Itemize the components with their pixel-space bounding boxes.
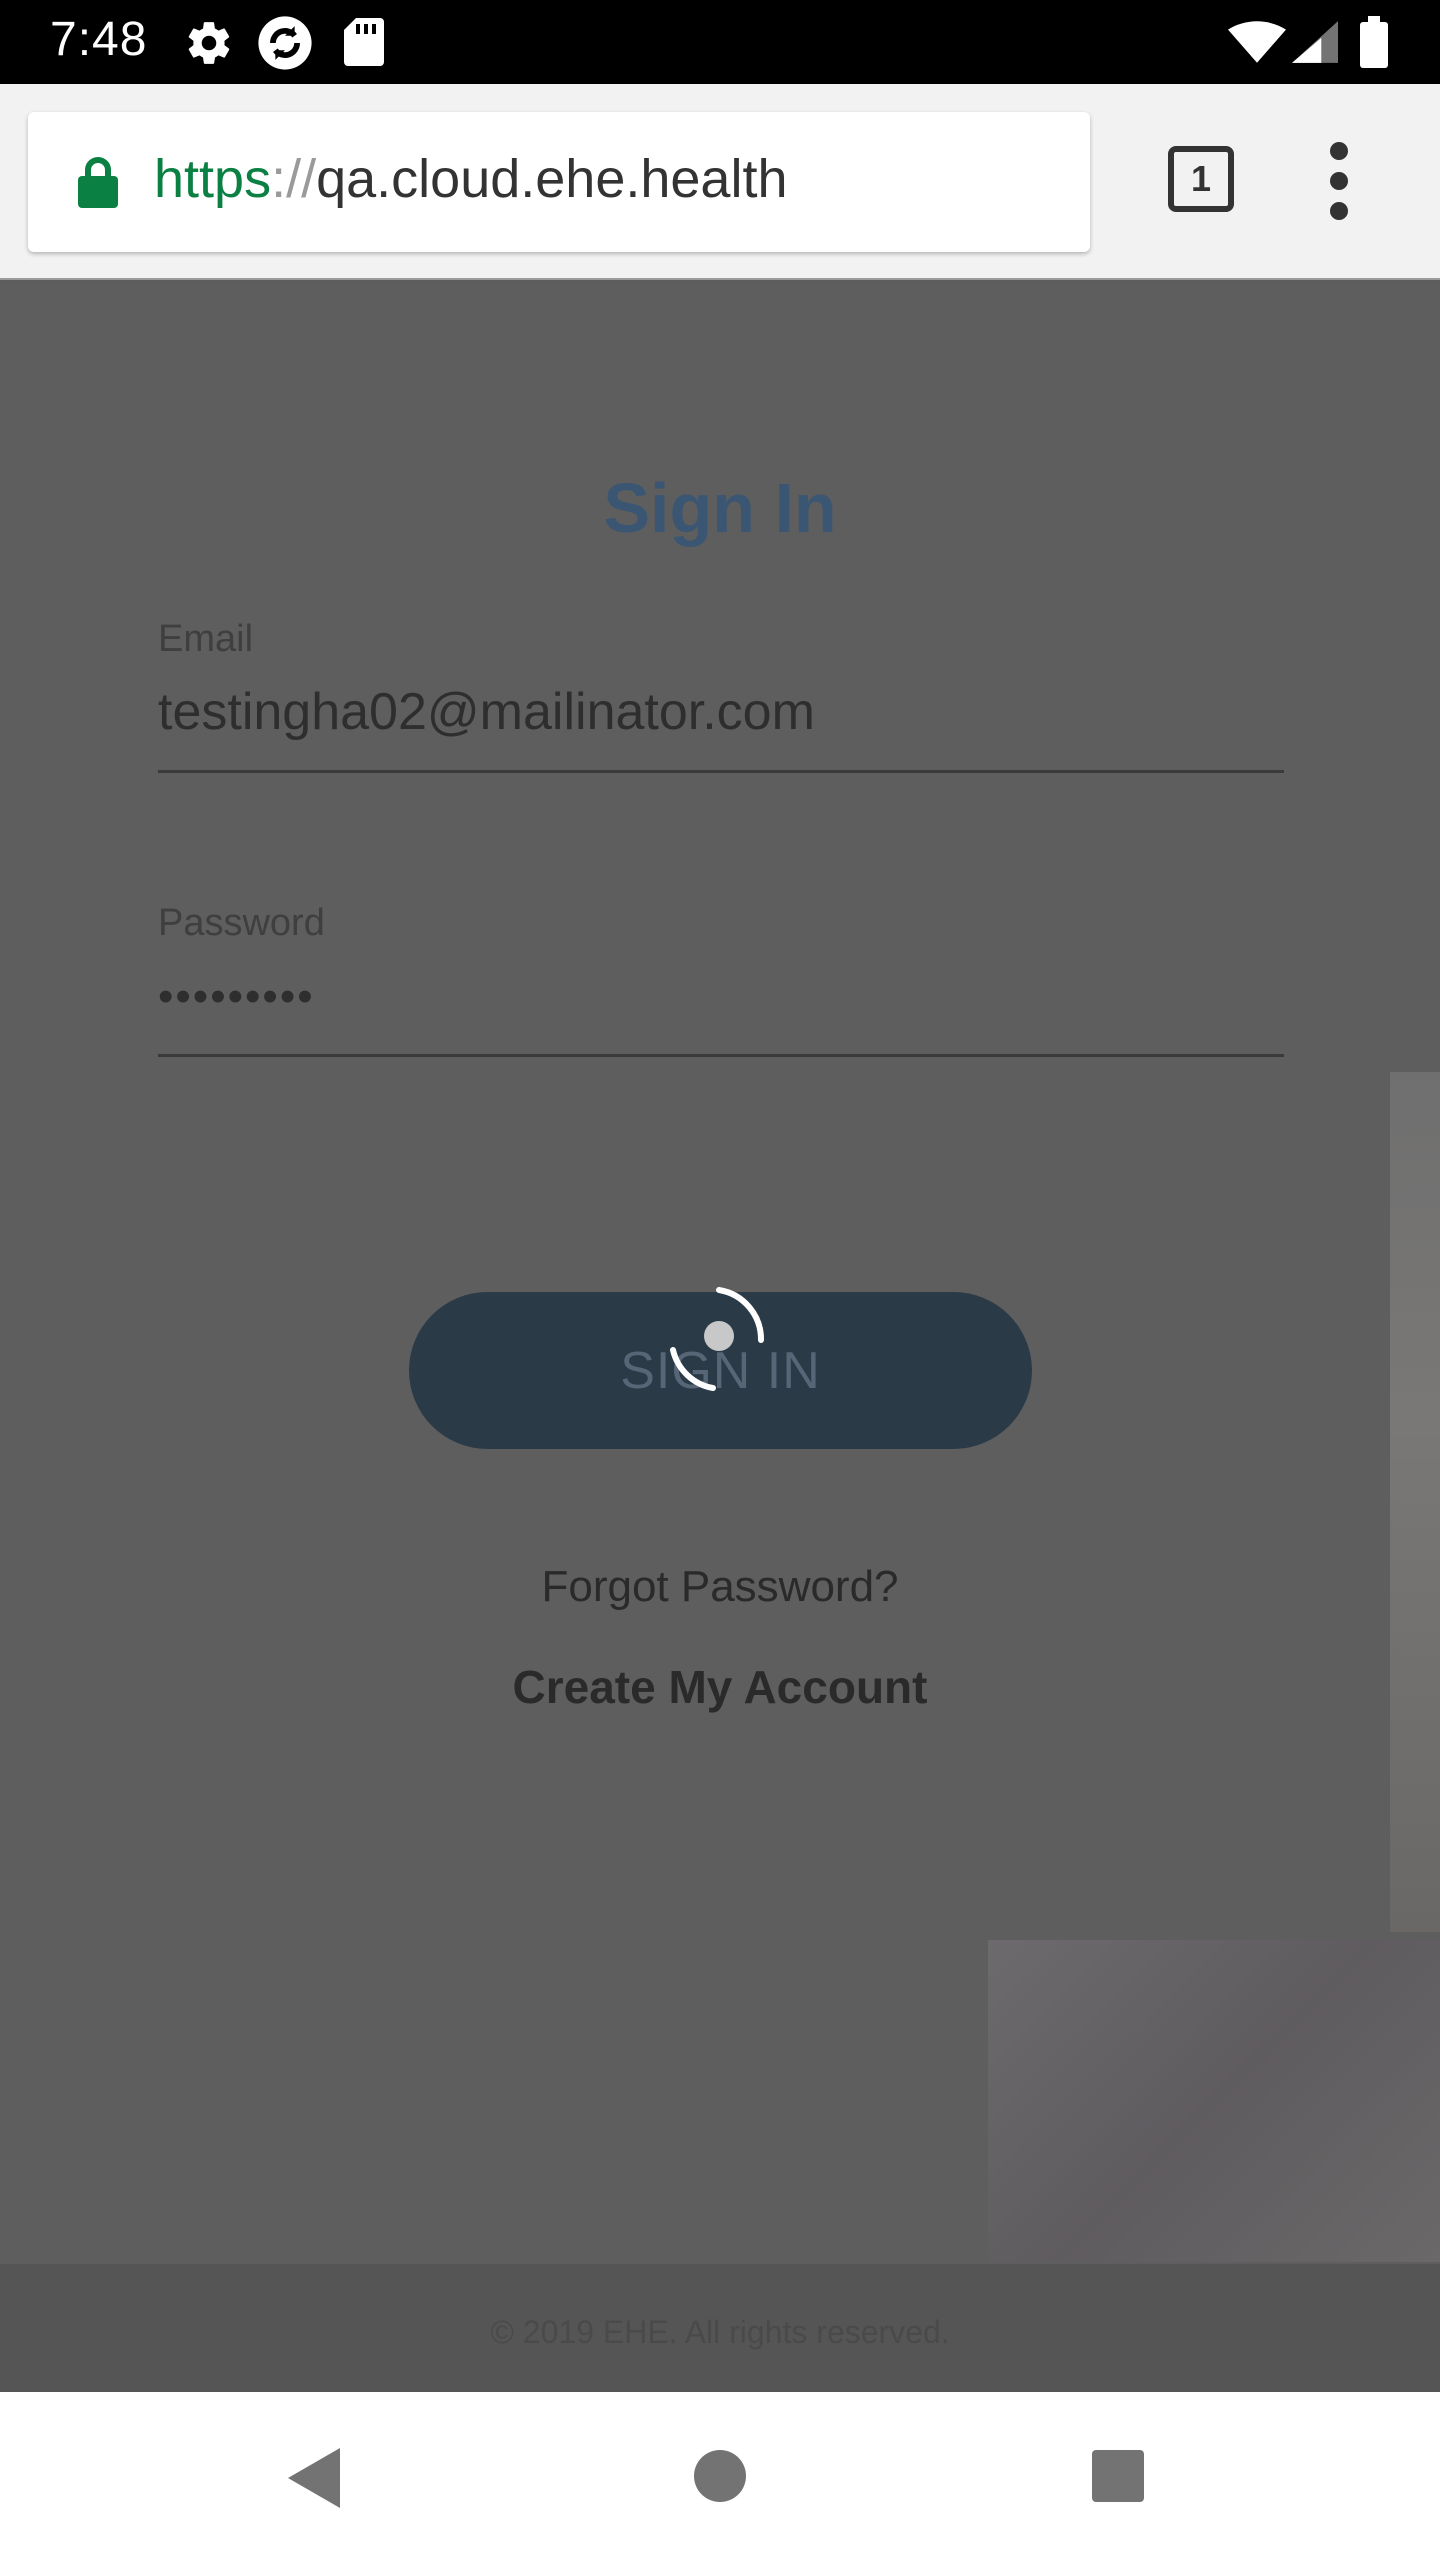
create-account-link[interactable]: Create My Account (0, 1660, 1440, 1714)
home-icon[interactable] (694, 2450, 746, 2502)
sync-icon (258, 16, 312, 70)
forgot-password-link[interactable]: Forgot Password? (0, 1562, 1440, 1612)
password-label: Password (158, 902, 325, 944)
sd-card-icon (344, 18, 384, 66)
email-field[interactable]: testingha02@mailinator.com (158, 682, 815, 742)
back-icon[interactable] (288, 2448, 344, 2508)
url-text[interactable]: https://qa.cloud.ehe.health (154, 148, 788, 210)
url-scheme: https (154, 149, 272, 209)
signal-icon (1292, 21, 1338, 63)
navigation-bar (0, 2392, 1440, 2560)
url-separator: :// (271, 149, 317, 209)
status-time: 7:48 (50, 13, 148, 66)
footer: © 2019 EHE. All rights reserved. (0, 2264, 1440, 2392)
loading-spinner-icon (670, 1287, 765, 1391)
background-photo (988, 1940, 1440, 2262)
wifi-icon (1228, 21, 1286, 63)
page-content: Sign In Email testingha02@mailinator.com… (0, 282, 1440, 2392)
email-label: Email (158, 618, 254, 660)
browser-toolbar: https://qa.cloud.ehe.health 1 (0, 84, 1440, 280)
address-bar[interactable]: https://qa.cloud.ehe.health (28, 112, 1090, 252)
page-title: Sign In (603, 469, 837, 547)
tab-switcher-button[interactable]: 1 (1168, 146, 1234, 212)
password-field[interactable]: ••••••••• (158, 972, 315, 1022)
lock-icon (78, 157, 118, 208)
password-underline (158, 1054, 1284, 1057)
recent-apps-icon[interactable] (1092, 2450, 1144, 2502)
gear-icon (188, 22, 230, 64)
background-photo (1390, 1072, 1440, 1932)
url-host: qa.cloud.ehe.health (316, 149, 788, 209)
status-bar: 7:48 (0, 0, 1440, 84)
copyright-text: © 2019 EHE. All rights reserved. (490, 2314, 950, 2350)
email-underline (158, 770, 1284, 773)
overflow-menu-icon[interactable] (1320, 142, 1360, 222)
battery-icon (1360, 16, 1388, 68)
